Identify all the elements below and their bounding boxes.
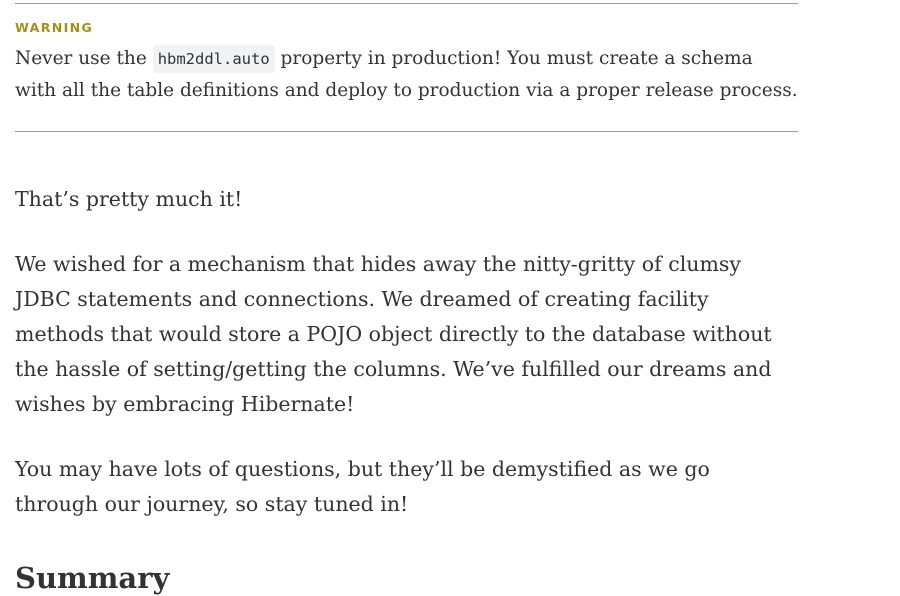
section-heading-summary: Summary [15,561,170,595]
warning-text: Never use the hbm2ddl.auto property in p… [15,43,798,107]
article-content: WARNING Never use the hbm2ddl.auto prope… [15,0,798,596]
paragraph: We wished for a mechanism that hides awa… [15,252,772,416]
warning-text-before: Never use the [15,48,153,69]
warning-label: WARNING [15,20,94,35]
paragraph: You may have lots of questions, but they… [15,457,710,516]
paragraph: That’s pretty much it! [15,187,243,211]
inline-code: hbm2ddl.auto [152,45,275,73]
warning-callout: WARNING Never use the hbm2ddl.auto prope… [15,3,798,132]
